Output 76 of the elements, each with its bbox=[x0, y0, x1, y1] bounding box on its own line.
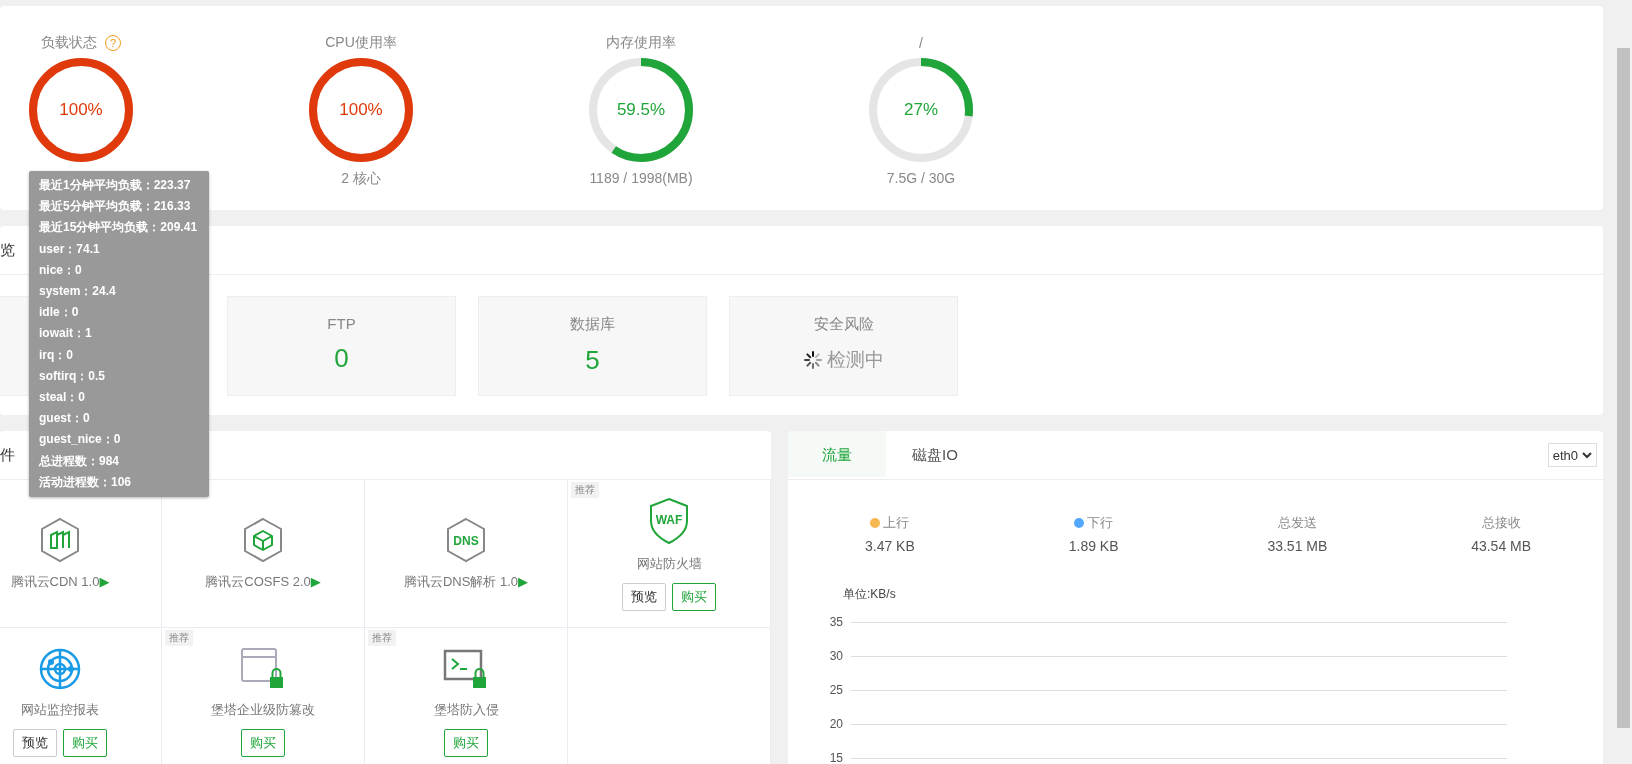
hexagon-bars-icon bbox=[38, 516, 82, 563]
software-name[interactable]: 网站防火墙 bbox=[636, 554, 702, 573]
gauge-title: 内存使用率 bbox=[606, 34, 676, 52]
chevron-down-icon bbox=[1582, 451, 1592, 459]
card-title: 安全风险 bbox=[813, 315, 874, 334]
gauge-value: 59.5% bbox=[615, 99, 667, 121]
software-name[interactable]: 腾讯云CDN 1.0▶ bbox=[10, 572, 110, 591]
dns-hexagon-icon: DNS bbox=[444, 516, 488, 563]
hexagon-cube-icon bbox=[241, 516, 285, 563]
buy-button[interactable]: 购买 bbox=[63, 728, 107, 757]
tab[interactable]: 流量 bbox=[788, 431, 886, 479]
gauge-title: / bbox=[919, 35, 923, 51]
software-name[interactable]: 堡塔企业级防篡改 bbox=[211, 700, 315, 719]
tooltip-line: nice：0 bbox=[39, 261, 83, 279]
software-name[interactable]: 腾讯云COSFS 2.0▶ bbox=[205, 572, 321, 591]
card-title: FTP bbox=[327, 315, 356, 332]
axis-tick-label: 30 bbox=[828, 649, 843, 663]
gauge-value: 27% bbox=[903, 99, 939, 121]
tooltip-line: 活动进程数：106 bbox=[39, 473, 133, 491]
stat-value: 33.51 MB bbox=[1267, 538, 1328, 554]
gauge-title: 负载状态 bbox=[41, 34, 97, 52]
tooltip-line: softirq：0.5 bbox=[39, 367, 106, 385]
recommend-tag: 推荐 bbox=[368, 630, 396, 646]
software-name[interactable]: 腾讯云DNS解析 1.0▶ bbox=[403, 572, 529, 591]
browser-lock-icon bbox=[240, 646, 286, 691]
overview-card[interactable]: 安全风险 检测中 bbox=[729, 296, 958, 396]
stat-label: 下行 bbox=[1087, 514, 1114, 532]
panel-title: 览 bbox=[0, 240, 15, 260]
loading-spinner-icon bbox=[803, 350, 823, 370]
target-icon bbox=[38, 646, 82, 691]
axis-tick-label: 25 bbox=[828, 683, 843, 697]
tooltip-line: system：24.4 bbox=[39, 283, 117, 300]
shield-icon: WAF bbox=[647, 496, 691, 545]
card-value: 0 bbox=[334, 342, 349, 374]
tooltip-line: iowait：1 bbox=[39, 325, 93, 343]
tooltip-line: 最近5分钟平均负载：216.33 bbox=[39, 198, 192, 216]
tooltip-line: idle：0 bbox=[39, 304, 80, 322]
buy-button[interactable]: 购买 bbox=[241, 728, 285, 757]
stat-label: 总发送 bbox=[1277, 514, 1317, 532]
scrollbar-thumb[interactable] bbox=[1617, 48, 1630, 728]
tooltip-line: 最近1分钟平均负载：223.37 bbox=[39, 177, 192, 194]
gauge-subtext: 2 核心 bbox=[341, 170, 381, 188]
recommend-tag: 推荐 bbox=[571, 482, 599, 498]
stat-label: 总接收 bbox=[1481, 514, 1521, 532]
gauge-title: CPU使用率 bbox=[325, 34, 397, 52]
tooltip-line: guest：0 bbox=[39, 410, 91, 428]
buy-button[interactable]: 购买 bbox=[444, 728, 488, 757]
tooltip-line: user：74.1 bbox=[39, 240, 101, 258]
card-value: 5 bbox=[585, 344, 600, 376]
tooltip-line: steal：0 bbox=[39, 389, 87, 407]
overview-card[interactable]: 数据库 5 bbox=[478, 296, 707, 396]
tooltip-line: irq：0 bbox=[39, 346, 74, 364]
preview-button[interactable]: 预览 bbox=[622, 582, 666, 611]
buy-button[interactable]: 购买 bbox=[672, 582, 716, 611]
stat-label: 上行 bbox=[883, 514, 910, 532]
software-name[interactable]: 网站监控报表 bbox=[21, 700, 99, 719]
tooltip-line: 最近15分钟平均负载：209.41 bbox=[39, 219, 199, 237]
stat-value: 3.47 KB bbox=[864, 538, 915, 554]
card-value: 检测中 bbox=[827, 348, 884, 372]
tooltip-line: guest_nice：0 bbox=[39, 431, 122, 449]
chart-unit-label: 单位:KB/s bbox=[843, 586, 897, 603]
axis-tick-label: 15 bbox=[828, 751, 843, 764]
gauge-subtext: 7.5G / 30G bbox=[886, 170, 956, 186]
recommend-tag: 推荐 bbox=[165, 630, 193, 646]
axis-tick-label: 20 bbox=[828, 717, 843, 731]
preview-button[interactable]: 预览 bbox=[13, 728, 57, 757]
software-name[interactable]: 堡塔防入侵 bbox=[433, 700, 499, 719]
gauge-subtext: 1189 / 1998(MB) bbox=[589, 170, 693, 186]
panel-title: 件 bbox=[0, 445, 15, 465]
stat-value: 1.89 KB bbox=[1068, 538, 1119, 554]
stat-value: 43.54 MB bbox=[1471, 538, 1532, 554]
axis-tick-label: 35 bbox=[828, 615, 843, 629]
interface-select[interactable]: eth0 bbox=[1547, 443, 1597, 467]
overview-card[interactable]: FTP 0 bbox=[227, 296, 456, 396]
card-title: 数据库 bbox=[570, 315, 615, 334]
tooltip-line: 总进程数：984 bbox=[39, 452, 121, 470]
